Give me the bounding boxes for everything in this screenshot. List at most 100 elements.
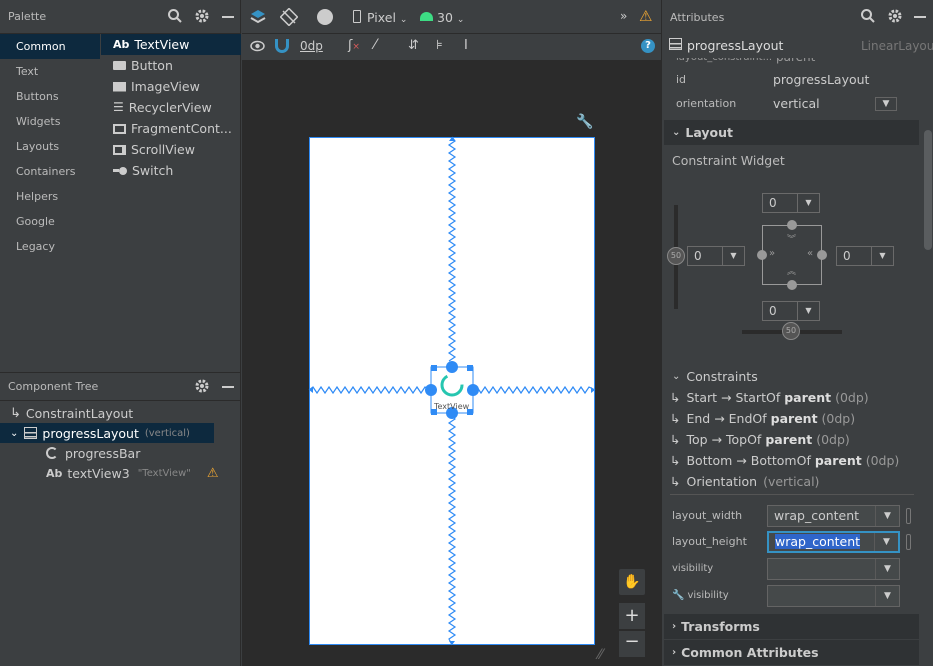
tools-visibility-dropdown[interactable]: ▼ [767, 584, 900, 607]
palette-item-label: Switch [132, 163, 174, 178]
guideline-icon[interactable]: Ι [464, 38, 468, 53]
clear-constraints-icon[interactable]: ʃ× [348, 38, 360, 53]
margin-value: 0 [694, 249, 702, 263]
theme-icon[interactable] [317, 9, 333, 25]
zoom-out-button[interactable]: − [619, 631, 645, 657]
attributes-title: Attributes [670, 10, 725, 24]
palette-category-common[interactable]: Common [0, 34, 100, 59]
horizontal-bias-thumb[interactable]: 50 [782, 322, 800, 340]
resource-picker-button[interactable] [906, 507, 911, 524]
orientation-dropdown[interactable]: vertical ▼ [767, 93, 897, 115]
constraint-handle-start[interactable] [757, 250, 767, 260]
anchor-top [446, 361, 458, 373]
margin-value: 0 [843, 249, 851, 263]
minimize-icon[interactable] [914, 16, 926, 18]
common-attributes-section[interactable]: › Common Attributes [664, 640, 919, 665]
palette-category-buttons[interactable]: Buttons [0, 84, 100, 109]
palette-item-imageview[interactable]: ImageView [101, 76, 241, 97]
canvas-scrollbar[interactable] [653, 60, 661, 600]
margin-end-dropdown[interactable]: 0 ▼ [836, 246, 894, 266]
progress-preview [440, 373, 464, 397]
gear-icon[interactable] [194, 8, 210, 24]
margin-top-dropdown[interactable]: 0 ▼ [762, 193, 820, 213]
palette-category-text[interactable]: Text [0, 59, 100, 84]
margin-start-dropdown[interactable]: 0 ▼ [687, 246, 745, 266]
component-header: progressLayout LinearLayout [662, 34, 933, 58]
pan-button[interactable]: ✋ [619, 569, 645, 595]
attr-key: visibility [687, 590, 729, 601]
layers-icon[interactable] [249, 8, 267, 26]
constraint-handle-end[interactable] [817, 250, 827, 260]
wrench-icon[interactable]: 🔧 [576, 114, 593, 130]
minimize-icon[interactable] [222, 386, 234, 388]
chevron-down-icon[interactable]: ▼ [875, 96, 897, 111]
id-field[interactable]: progressLayout [767, 72, 869, 87]
eye-icon[interactable] [250, 40, 265, 52]
chevron-down-icon: ▼ [797, 194, 819, 212]
tree-row-progresslayout[interactable]: ⌄ progressLayout (vertical) [0, 423, 214, 443]
margin-selector[interactable]: 0dp [300, 39, 323, 53]
resource-picker-button[interactable] [906, 533, 911, 550]
help-icon[interactable]: ? [641, 39, 655, 53]
palette-item-fragmentcontainer[interactable]: FragmentCont... [101, 118, 241, 139]
palette-category-helpers[interactable]: Helpers [0, 184, 100, 209]
constraint-handle-top[interactable] [787, 220, 797, 230]
overflow-icon[interactable]: » [620, 9, 627, 23]
constraint-widget: 50 50 0 ▼ 0 ▼ 0 ▼ 0 ▼ ︾ ︽ » « [662, 185, 924, 345]
layout-section[interactable]: ⌄ Layout [664, 120, 919, 145]
layout-width-dropdown[interactable]: wrap_content ▼ [767, 504, 900, 527]
image-icon [113, 81, 126, 92]
constraint-row[interactable]: ↳ Start → StartOf parent (0dp) [662, 387, 924, 408]
warning-icon[interactable]: ⚠ [207, 466, 219, 481]
palette-category-google[interactable]: Google [0, 209, 100, 234]
chevron-down-icon[interactable]: ⌄ [10, 428, 18, 439]
pack-icon[interactable]: ⇵ [408, 38, 419, 53]
constraint-row[interactable]: ↳ Orientation (vertical) [662, 471, 924, 492]
palette-item-switch[interactable]: Switch [101, 160, 241, 181]
visibility-dropdown[interactable]: ▼ [767, 557, 900, 580]
palette-category-legacy[interactable]: Legacy [0, 234, 100, 259]
margin-bottom-dropdown[interactable]: 0 ▼ [762, 301, 820, 321]
constraint-row[interactable]: ↳ End → EndOf parent (0dp) [662, 408, 924, 429]
gear-icon[interactable] [194, 378, 210, 394]
attr-row-tools-visibility: 🔧 visibility ▼ [662, 583, 924, 608]
palette-item-recyclerview[interactable]: ☰ RecyclerView [101, 97, 241, 118]
palette-category-layouts[interactable]: Layouts [0, 134, 100, 159]
palette-category-containers[interactable]: Containers [0, 159, 100, 184]
attr-row-id: id progressLayout [662, 67, 924, 92]
palette-item-textview[interactable]: Ab TextView [101, 34, 241, 55]
tree-row-constraintlayout[interactable]: ↳ ConstraintLayout [0, 403, 214, 423]
search-icon[interactable] [860, 8, 876, 24]
gear-icon[interactable] [887, 8, 903, 24]
dropdown-value[interactable]: wrap_content [775, 534, 861, 549]
resize-grip-icon[interactable]: ⁄⁄ [598, 647, 603, 663]
divider [670, 494, 914, 495]
zoom-in-button[interactable]: + [619, 603, 645, 629]
magnet-icon[interactable] [275, 39, 289, 53]
layout-height-dropdown[interactable]: wrap_content ▼ [767, 530, 900, 553]
chevron-down-icon: ⌄ [672, 127, 681, 138]
api-selector[interactable]: 30 ⌄ [437, 10, 464, 25]
palette-category-widgets[interactable]: Widgets [0, 109, 100, 134]
tree-row-textview3[interactable]: Ab textView3 "TextView" ⚠ [0, 463, 219, 483]
blueprint-icon[interactable] [279, 7, 299, 27]
attributes-scrollbar[interactable] [924, 130, 932, 250]
constraint-row[interactable]: ↳ Bottom → BottomOf parent (0dp) [662, 450, 924, 471]
palette-item-button[interactable]: Button [101, 55, 241, 76]
device-selector[interactable]: Pixel ⌄ [367, 10, 407, 25]
wrap-vertical-bottom-icon: ︽ [787, 267, 797, 277]
align-icon[interactable]: ⊧ [436, 38, 443, 53]
warning-icon[interactable]: ⚠ [639, 7, 652, 25]
phone-canvas[interactable]: TextView [308, 136, 596, 646]
tree-row-progressbar[interactable]: progressBar [0, 443, 214, 463]
constraint-handle-bottom[interactable] [787, 280, 797, 290]
search-icon[interactable] [167, 8, 183, 24]
transforms-section[interactable]: › Transforms [664, 614, 919, 639]
palette-item-scrollview[interactable]: ScrollView [101, 139, 241, 160]
component-tree-title: Component Tree [8, 380, 99, 393]
minimize-icon[interactable] [222, 16, 234, 18]
magic-wand-icon[interactable]: ⁄ [374, 37, 376, 53]
constraints-header[interactable]: ⌄ Constraints [662, 366, 924, 387]
constraint-row[interactable]: ↳ Top → TopOf parent (0dp) [662, 429, 924, 450]
vertical-bias-thumb[interactable]: 50 [667, 247, 685, 265]
